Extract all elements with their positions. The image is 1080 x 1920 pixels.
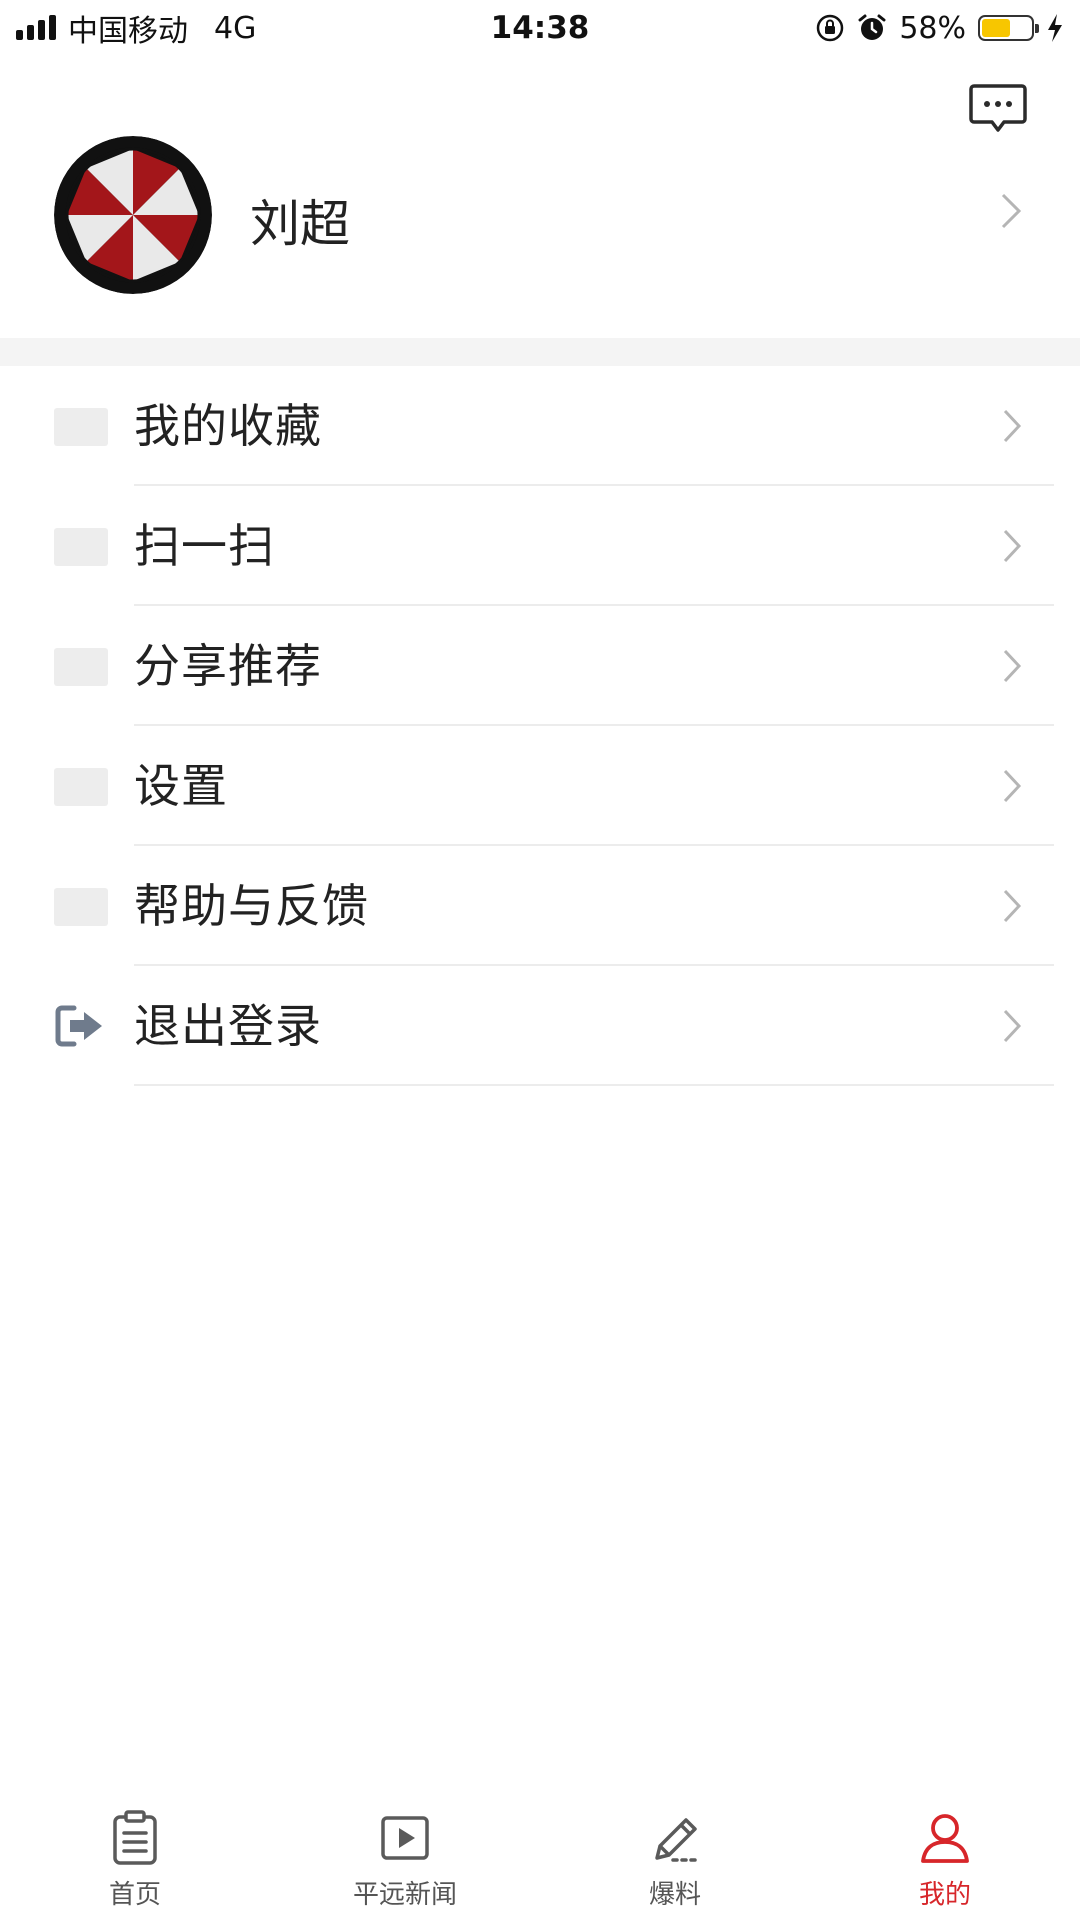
chevron-right-icon	[1003, 889, 1022, 923]
pencil-icon	[655, 1818, 697, 1862]
menu-item-help-feedback[interactable]: 帮助与反馈	[0, 846, 1080, 966]
menu-item-label: 扫一扫	[134, 519, 275, 573]
tab-label: 我的	[918, 1880, 971, 1910]
chevron-right-icon	[1003, 769, 1022, 803]
orientation-lock-icon	[817, 14, 844, 42]
tab-pingyuan-news[interactable]: 平远新闻	[270, 1790, 540, 1920]
username: 刘超	[250, 195, 350, 253]
chevron-right-icon	[1003, 649, 1022, 683]
umbrella-logo-avatar	[54, 136, 212, 294]
menu-item-favorites[interactable]: 我的收藏	[0, 366, 1080, 486]
menu-item-label: 退出登录	[134, 999, 322, 1053]
tab-label: 平远新闻	[352, 1880, 457, 1910]
placeholder-icon	[54, 768, 108, 806]
chevron-right-icon	[1003, 1009, 1022, 1043]
status-time: 14:38	[490, 10, 590, 46]
menu-item-label: 设置	[134, 759, 228, 813]
placeholder-icon	[54, 888, 108, 926]
carrier-name: 中国移动	[68, 14, 188, 49]
menu-item-settings[interactable]: 设置	[0, 726, 1080, 846]
placeholder-icon	[54, 648, 108, 686]
divider	[134, 1084, 1054, 1086]
menu-list: 我的收藏 扫一扫 分享推荐 设置 帮助与反馈 退出登录	[0, 366, 1080, 1086]
user-icon	[921, 1814, 969, 1863]
battery-icon	[978, 15, 1039, 41]
status-bar-left: 中国移动 4G	[16, 6, 256, 50]
profile-header[interactable]: 刘超	[0, 130, 1080, 340]
tab-home[interactable]: 首页	[0, 1790, 270, 1920]
battery-percent: 58%	[899, 10, 966, 46]
play-video-icon	[381, 1816, 429, 1860]
alarm-icon	[858, 14, 886, 40]
tab-tip-off[interactable]: 爆料	[540, 1790, 810, 1920]
tab-label: 爆料	[648, 1880, 701, 1910]
bottom-tab-bar: 首页 平远新闻 爆料 我的	[0, 1790, 1080, 1920]
chevron-right-icon	[1001, 193, 1022, 229]
clipboard-icon	[113, 1810, 157, 1865]
status-bar: 中国移动 4G 14:38 58%	[0, 0, 1080, 56]
placeholder-icon	[54, 528, 108, 566]
tab-mine[interactable]: 我的	[810, 1790, 1080, 1920]
charging-bolt-icon	[1048, 14, 1062, 42]
status-bar-right: 58%	[815, 11, 1064, 46]
menu-item-logout[interactable]: 退出登录	[0, 966, 1080, 1086]
menu-item-scan[interactable]: 扫一扫	[0, 486, 1080, 606]
signal-strength-icon	[16, 15, 56, 40]
menu-item-label: 我的收藏	[134, 399, 322, 453]
logout-icon	[55, 1005, 102, 1047]
network-type: 4G	[214, 10, 257, 46]
placeholder-icon	[54, 408, 108, 446]
tab-label: 首页	[108, 1880, 161, 1910]
chevron-right-icon	[1003, 409, 1022, 443]
section-divider	[0, 338, 1080, 366]
avatar[interactable]	[54, 136, 212, 294]
menu-item-share[interactable]: 分享推荐	[0, 606, 1080, 726]
menu-item-label: 帮助与反馈	[134, 879, 369, 933]
menu-item-label: 分享推荐	[134, 639, 322, 693]
battery-level-fill	[982, 19, 1010, 37]
chevron-right-icon	[1003, 529, 1022, 563]
